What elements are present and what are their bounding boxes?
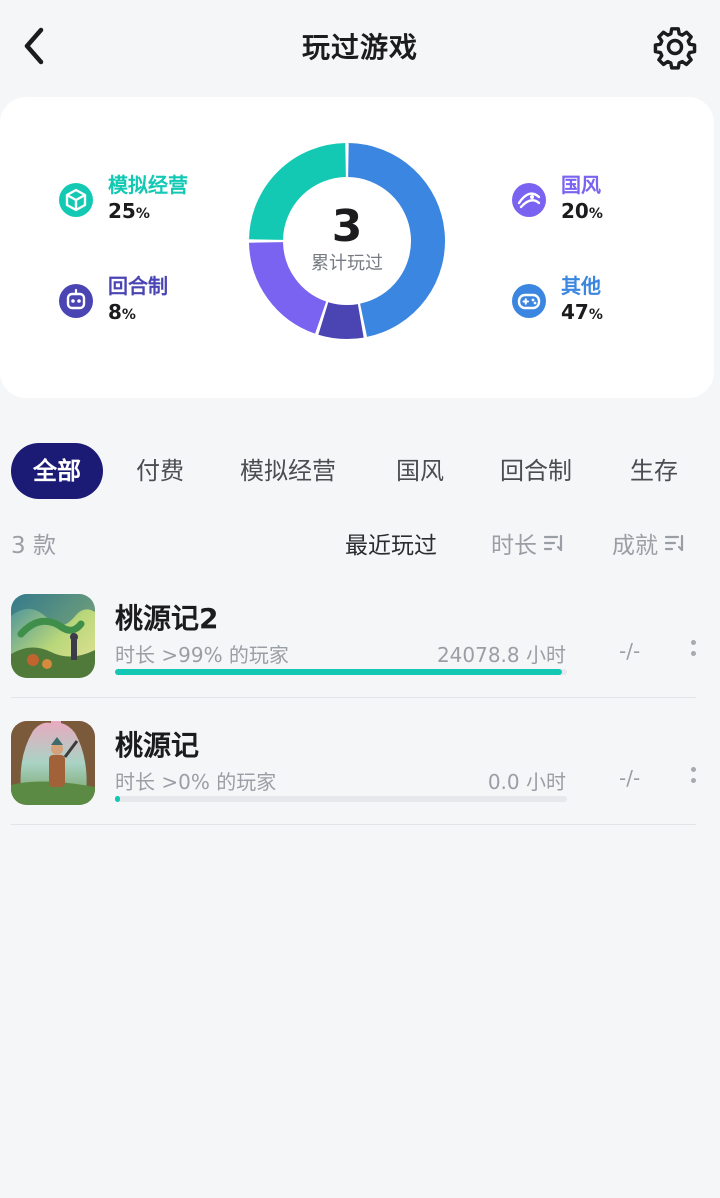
playtime-hours: 24078.8 小时 [436, 643, 566, 667]
playtime-hours: 0.0 小时 [487, 770, 566, 794]
tab-all[interactable]: 全部 [11, 443, 103, 499]
game-title: 桃源记 [115, 729, 200, 762]
genre-stat-turn-based: 回合制 8% [58, 273, 168, 328]
sort-recent-button[interactable]: 最近玩过 [345, 526, 437, 560]
top-bar: 玩过游戏 [0, 0, 720, 92]
sort-icon [664, 534, 684, 552]
genre-percent: 25% [108, 199, 150, 223]
playtime-progress-fill [115, 669, 563, 675]
total-count: 3 [331, 201, 363, 252]
genre-percent: 20% [561, 199, 603, 223]
achievement-count: -/- [619, 766, 641, 790]
genre-stat-chinese-style: 国风 20% [511, 172, 603, 227]
tab-paid[interactable]: 付费 [136, 443, 184, 499]
genre-name: 其他 [561, 274, 601, 298]
playtime-progress-bar [115, 796, 567, 802]
sort-achievement-button[interactable]: 成就 [612, 526, 686, 560]
game-row[interactable]: 桃源记 时长 >0% 的玩家 0.0 小时 -/- [11, 698, 696, 825]
more-options-button[interactable] [683, 760, 703, 790]
playtime-rank: 时长 >99% 的玩家 [115, 643, 289, 667]
genre-percent: 47% [561, 300, 603, 324]
page-title: 玩过游戏 [301, 31, 418, 64]
total-label: 累计玩过 [311, 253, 383, 274]
sort-bar: 3 款 最近玩过 时长 成就 [0, 520, 720, 564]
more-options-button[interactable] [683, 633, 703, 663]
sort-label: 最近玩过 [345, 533, 437, 559]
more-dot-icon [690, 640, 696, 645]
more-dot-icon [690, 767, 696, 772]
genre-name: 模拟经营 [108, 173, 188, 197]
tab-simulation[interactable]: 模拟经营 [240, 443, 336, 499]
playtime-progress-fill [115, 796, 120, 802]
donut-center: 3 累计玩过 [248, 202, 446, 276]
game-cover-image [11, 721, 95, 805]
genre-stat-simulation: 模拟经营 25% [58, 172, 188, 227]
sort-label: 成就 [612, 533, 658, 559]
game-row[interactable]: 桃源记2 时长 >99% 的玩家 24078.8 小时 -/- [11, 571, 696, 698]
tab-turn-based[interactable]: 回合制 [500, 443, 572, 499]
playtime-rank: 时长 >0% 的玩家 [115, 770, 277, 794]
playtime-progress-bar [115, 669, 567, 675]
more-dot-icon [690, 651, 696, 656]
genre-filter-tabs: 全部 付费 模拟经营 国风 回合制 生存 [0, 443, 720, 499]
game-cover-image [11, 594, 95, 678]
achievement-count: -/- [619, 639, 641, 663]
more-dot-icon [690, 778, 696, 783]
gamepad-icon [512, 283, 546, 318]
cube-icon [59, 182, 93, 217]
donut-segment-robot [318, 302, 364, 339]
game-count: 3 款 [11, 533, 56, 559]
gear-icon [653, 27, 697, 70]
game-title: 桃源记2 [115, 602, 219, 635]
played-games-page: 玩过游戏 模拟经营 25% 回合制 8% 国风 20% 其他 47% 3 累计玩… [0, 0, 720, 1198]
sort-playtime-button[interactable]: 时长 [491, 526, 565, 560]
tab-survival[interactable]: 生存 [630, 443, 678, 499]
tab-chinese-style[interactable]: 国风 [396, 443, 444, 499]
sort-icon [543, 534, 563, 552]
genre-name: 回合制 [108, 274, 168, 298]
robot-icon [59, 283, 93, 318]
genre-percent: 8% [108, 300, 136, 324]
sort-label: 时长 [491, 533, 537, 559]
genre-stat-other: 其他 47% [511, 273, 603, 328]
settings-button[interactable] [652, 24, 698, 70]
genre-name: 国风 [561, 173, 601, 197]
fan-icon [512, 182, 546, 217]
